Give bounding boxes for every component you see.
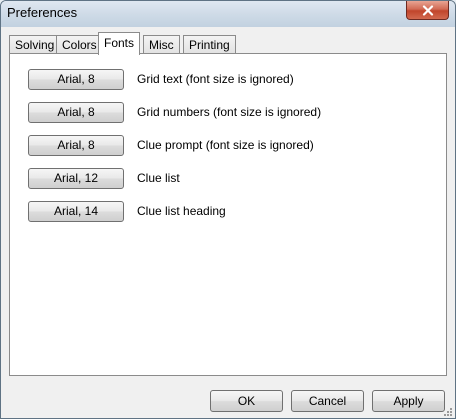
- apply-button[interactable]: Apply: [372, 390, 445, 412]
- clue-prompt-font-button[interactable]: Arial, 8: [28, 135, 124, 156]
- window-title: Preferences: [7, 5, 78, 20]
- ok-button[interactable]: OK: [210, 390, 283, 412]
- dialog-body: Solving Colors Fonts Misc Printing Arial…: [2, 27, 454, 418]
- resize-grip-icon[interactable]: [441, 405, 453, 417]
- clue-list-heading-label: Clue list heading: [137, 204, 226, 218]
- fonts-panel: Arial, 8 Grid text (font size is ignored…: [9, 53, 447, 376]
- tab-misc[interactable]: Misc: [143, 35, 180, 54]
- title-bar[interactable]: Preferences: [1, 1, 455, 27]
- grid-text-font-button[interactable]: Arial, 8: [28, 69, 124, 90]
- close-button[interactable]: [406, 1, 449, 20]
- clue-list-font-button[interactable]: Arial, 12: [28, 168, 124, 189]
- grid-text-label: Grid text (font size is ignored): [137, 72, 294, 86]
- preferences-window: Preferences Solving Colors Fonts Misc Pr…: [0, 0, 456, 419]
- grid-numbers-label: Grid numbers (font size is ignored): [137, 105, 322, 119]
- cancel-button[interactable]: Cancel: [291, 390, 364, 412]
- tab-fonts[interactable]: Fonts: [98, 32, 141, 55]
- tab-colors[interactable]: Colors: [56, 35, 103, 54]
- clue-list-label: Clue list: [137, 171, 180, 185]
- tab-solving[interactable]: Solving: [9, 35, 61, 54]
- clue-prompt-label: Clue prompt (font size is ignored): [137, 138, 314, 152]
- tab-printing[interactable]: Printing: [183, 35, 236, 54]
- clue-list-heading-font-button[interactable]: Arial, 14: [28, 201, 124, 222]
- grid-numbers-font-button[interactable]: Arial, 8: [28, 102, 124, 123]
- close-icon: [422, 4, 434, 16]
